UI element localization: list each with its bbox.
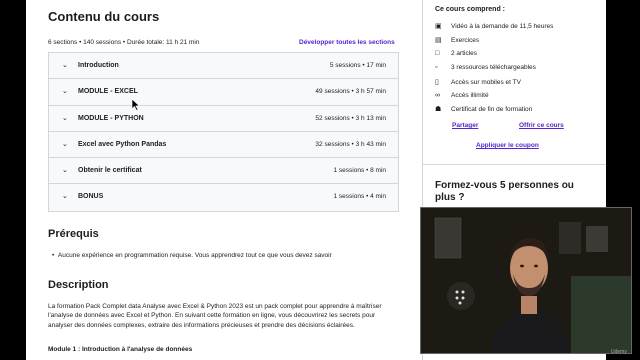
prerequisites-title: Prérequis	[48, 228, 99, 240]
module1-heading: Module 1 : Introduction à l'analyse de d…	[48, 346, 193, 353]
includes-title: Ce cours comprend :	[435, 6, 506, 13]
description-text: La formation Pack Complet data Analyse a…	[48, 303, 382, 329]
webcam-overlay	[420, 207, 632, 354]
section-meta: 5 sessions • 17 min	[329, 62, 386, 69]
chevron-down-icon: ⌄	[62, 140, 68, 148]
chevron-down-icon: ⌄	[62, 193, 68, 201]
section-certificate[interactable]: ⌄ Obtenir le certificat 1 sessions • 8 m…	[49, 158, 398, 185]
section-module-python[interactable]: ⌄ MODULE - PYTHON 52 sessions • 3 h 13 m…	[49, 105, 398, 132]
mouse-cursor-icon	[131, 98, 141, 111]
include-item: ∞ Accès illimité	[435, 92, 489, 99]
section-title: Introduction	[78, 62, 119, 69]
chevron-down-icon: ⌄	[62, 88, 68, 96]
chevron-down-icon: ⌄	[62, 114, 68, 122]
section-meta: 52 sessions • 3 h 13 min	[315, 114, 386, 122]
include-text: Accès sur mobiles et TV	[451, 79, 521, 86]
include-item: ▫ 3 ressources téléchargeables	[435, 64, 536, 71]
expand-all-link[interactable]: Développer toutes les sections	[299, 39, 395, 46]
section-title: BONUS	[78, 193, 104, 201]
include-text: 2 articles	[451, 50, 478, 57]
sidebar-divider	[423, 164, 607, 165]
mobile-icon: ▯	[435, 79, 439, 86]
section-meta: 32 sessions • 3 h 43 min	[315, 140, 386, 148]
udemy-watermark: Udemy	[611, 349, 627, 355]
include-item: ▯ Accès sur mobiles et TV	[435, 78, 521, 86]
section-title: Obtenir le certificat	[78, 167, 142, 175]
page: Contenu du cours 6 sections • 140 sessio…	[0, 0, 640, 360]
chevron-down-icon: ⌄	[62, 167, 68, 175]
include-item: □ 2 articles	[435, 50, 477, 57]
infinity-icon: ∞	[435, 92, 440, 99]
share-button[interactable]: Partager	[452, 122, 478, 129]
section-title: MODULE - EXCEL	[78, 88, 138, 96]
include-text: Vidéo à la demande de 11,5 heures	[451, 23, 554, 30]
trophy-icon: ☗	[435, 106, 442, 113]
section-meta: 49 sessions • 3 h 57 min	[315, 88, 386, 96]
prerequisite-item: • Aucune expérience en programmation req…	[52, 252, 332, 259]
sections-list: ⌄ Introduction 5 sessions • 17 min ⌄ MOD…	[48, 52, 399, 212]
include-item: ▣ Vidéo à la demande de 11,5 heures	[435, 22, 553, 30]
include-item: ☗ Certificat de fin de formation	[435, 105, 532, 113]
left-letterbox	[0, 0, 26, 360]
include-text: Certificat de fin de formation	[451, 106, 533, 113]
webcam-presenter-image	[421, 208, 631, 353]
video-icon: ▣	[435, 23, 442, 30]
section-bonus[interactable]: ⌄ BONUS 1 sessions • 4 min	[49, 184, 398, 211]
section-module-excel[interactable]: ⌄ MODULE - EXCEL 49 sessions • 3 h 57 mi…	[49, 79, 398, 106]
apply-coupon-button[interactable]: Appliquer le coupon	[476, 142, 539, 149]
include-item: ▤ Exercices	[435, 36, 479, 44]
include-text: Exercices	[451, 37, 480, 44]
include-text: 3 ressources téléchargeables	[451, 64, 536, 71]
gift-course-button[interactable]: Offrir ce cours	[519, 122, 564, 129]
team-training-title: Formez-vous 5 personnes ou plus ?	[435, 180, 574, 203]
include-text: Accès illimité	[451, 92, 489, 99]
article-icon: □	[435, 50, 440, 57]
course-content-meta: 6 sections • 140 sessions • Durée totale…	[48, 39, 200, 46]
prerequisite-text: Aucune expérience en programmation requi…	[57, 252, 332, 259]
section-title: Excel avec Python Pandas	[78, 140, 167, 148]
section-introduction[interactable]: ⌄ Introduction 5 sessions • 17 min	[49, 53, 398, 80]
section-excel-python-pandas[interactable]: ⌄ Excel avec Python Pandas 32 sessions •…	[49, 131, 398, 159]
section-meta: 1 sessions • 8 min	[333, 167, 387, 175]
chevron-down-icon: ⌄	[62, 62, 68, 69]
exercise-icon: ▤	[435, 37, 442, 44]
section-meta: 1 sessions • 4 min	[333, 193, 387, 201]
download-icon: ▫	[435, 64, 438, 71]
section-title: MODULE - PYTHON	[78, 114, 144, 122]
course-content-title: Contenu du cours	[48, 9, 160, 24]
description-title: Description	[48, 279, 109, 291]
